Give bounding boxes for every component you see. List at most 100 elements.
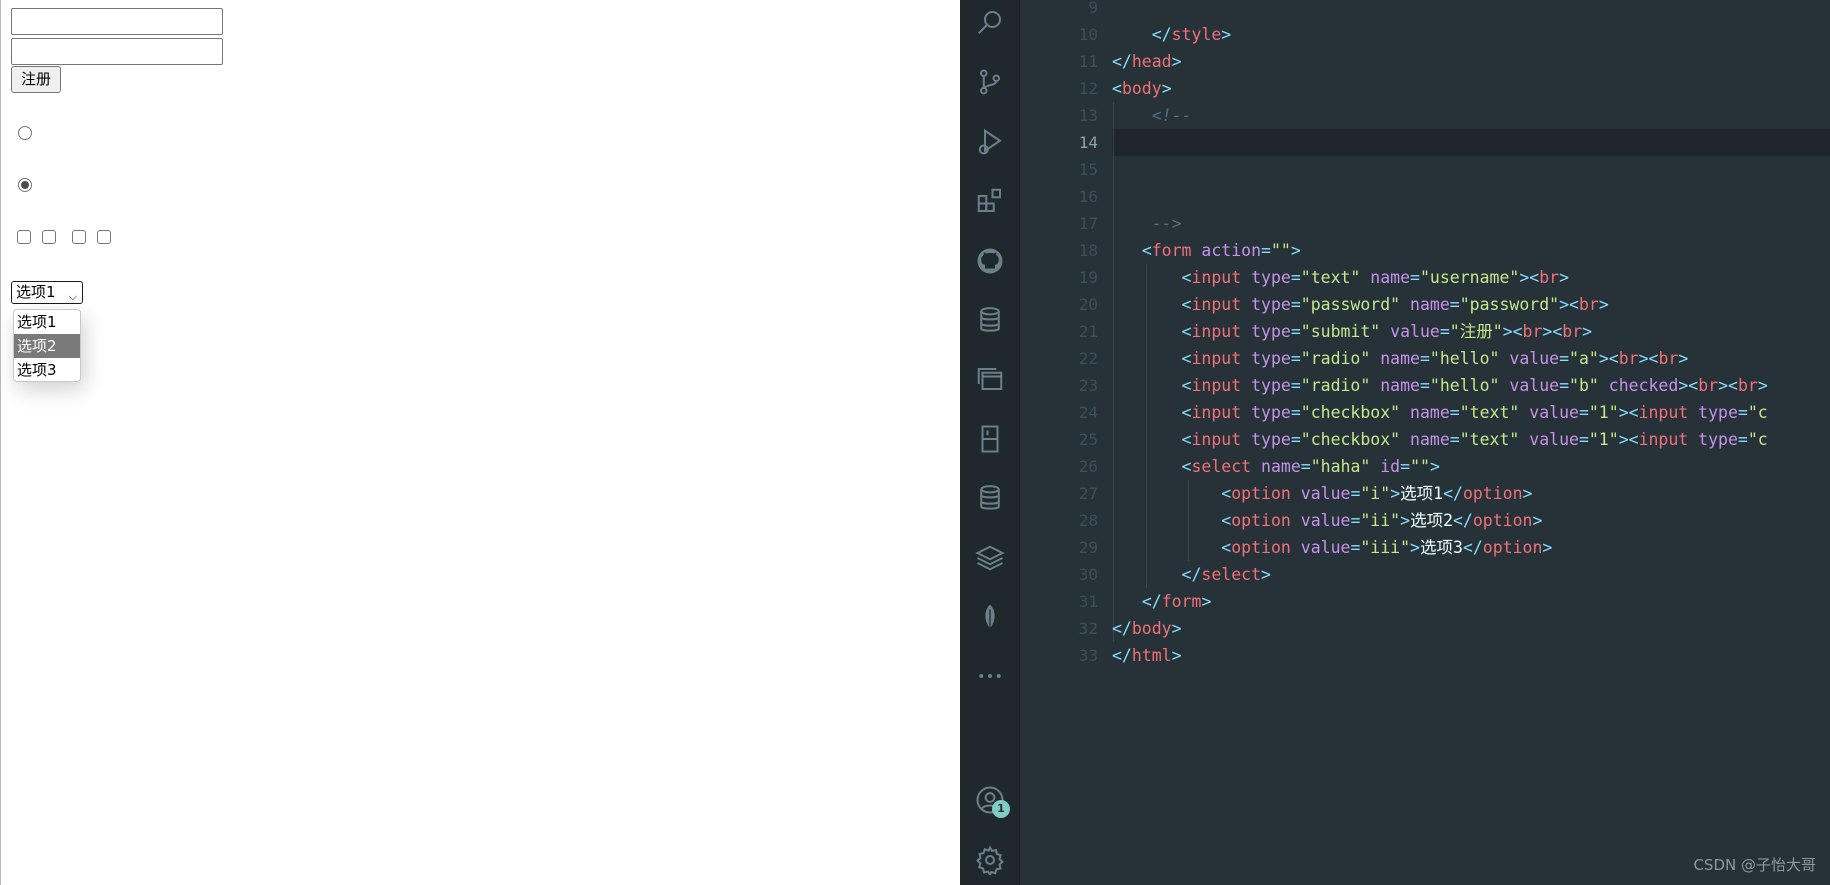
code-token: > <box>1502 322 1513 341</box>
extensions-icon[interactable] <box>972 183 1008 219</box>
code-token: = <box>1290 349 1301 368</box>
checkbox-2[interactable] <box>42 230 56 244</box>
code-token: > <box>1757 376 1768 395</box>
code-token: < <box>1221 538 1232 557</box>
code-line: <input type="text" name="username"><br> <box>1112 264 1569 291</box>
code-token: "" <box>1270 241 1291 260</box>
code-token: = <box>1290 268 1301 287</box>
github-icon[interactable] <box>972 243 1008 279</box>
code-token: input <box>1191 322 1242 341</box>
code-token: input <box>1191 403 1242 422</box>
code-token: < <box>1648 349 1659 368</box>
code-line: <option value="iii">选项3</option> <box>1112 534 1552 561</box>
code-token: > <box>1532 511 1543 530</box>
code-token: > <box>1390 484 1401 503</box>
remote-explorer-icon[interactable] <box>972 361 1008 397</box>
code-token: type <box>1241 295 1291 314</box>
layers-icon[interactable] <box>972 540 1008 576</box>
code-token: </ <box>1151 25 1172 44</box>
radio-hello-a[interactable] <box>18 126 32 140</box>
code-token: = <box>1300 457 1311 476</box>
code-token: value <box>1290 484 1351 503</box>
select-option-2[interactable]: 选项2 <box>14 334 80 358</box>
database-icon[interactable] <box>972 480 1008 516</box>
code-token: type <box>1688 430 1738 449</box>
code-token: = <box>1350 511 1361 530</box>
code-token: br <box>1522 322 1543 341</box>
code-token: > <box>1519 268 1530 287</box>
code-token: = <box>1419 349 1430 368</box>
code-token: > <box>1582 322 1593 341</box>
select-option-1[interactable]: 选项1 <box>14 310 80 334</box>
code-token: type <box>1241 322 1291 341</box>
username-input[interactable] <box>11 8 223 35</box>
code-token: > <box>1559 268 1570 287</box>
checkbox-4[interactable] <box>97 230 111 244</box>
database-icon[interactable] <box>972 302 1008 338</box>
code-token: > <box>1559 295 1569 314</box>
more-icon[interactable] <box>972 658 1008 694</box>
run-debug-icon[interactable] <box>972 124 1008 160</box>
mongodb-leaf-icon[interactable] <box>972 599 1008 635</box>
code-token: action <box>1191 241 1262 260</box>
line-number: 13 <box>1078 106 1098 125</box>
code-token: option <box>1462 484 1523 503</box>
code-token: "1" <box>1588 403 1619 422</box>
line-number: 15 <box>1078 160 1098 179</box>
line-number: 31 <box>1078 592 1098 611</box>
code-token: type <box>1241 430 1291 449</box>
code-token: "c <box>1747 430 1768 449</box>
code-token: = <box>1410 268 1420 287</box>
password-input[interactable] <box>11 38 223 65</box>
code-token: br <box>1539 268 1560 287</box>
line-number: 32 <box>1078 619 1098 638</box>
code-token: > <box>1261 565 1271 584</box>
code-token: "" <box>1410 457 1430 476</box>
code-token: = <box>1290 403 1301 422</box>
code-token: </ <box>1181 565 1202 584</box>
checkbox-1[interactable] <box>17 230 31 244</box>
code-token: = <box>1290 376 1301 395</box>
code-token: </ <box>1443 484 1463 503</box>
settings-gear-icon[interactable] <box>972 842 1008 878</box>
code-token: < <box>1181 457 1192 476</box>
code-line: </style> <box>1112 21 1231 48</box>
line-number: 22 <box>1078 349 1098 368</box>
code-token: > <box>1171 52 1182 71</box>
code-token: < <box>1512 322 1523 341</box>
code-token: "hello" <box>1429 349 1500 368</box>
code-token: input <box>1638 403 1689 422</box>
line-number-gutter: 9 10 11 12 13 14 15 16 17 18 19 20 21 22 23 24 25 26 27 28 2… <box>1020 0 1112 885</box>
code-token: > <box>1678 349 1689 368</box>
code-token: 选项1 <box>1400 484 1444 503</box>
code-token: > <box>1598 349 1609 368</box>
code-token: name <box>1370 349 1420 368</box>
code-token: > <box>1522 484 1533 503</box>
code-token: type <box>1688 403 1738 422</box>
radio-hello-b-checked[interactable] <box>18 178 32 192</box>
line-number: 24 <box>1078 403 1098 422</box>
code-token: input <box>1191 376 1242 395</box>
code-token: "hello" <box>1429 376 1500 395</box>
code-token: form <box>1151 241 1192 260</box>
select-option-3[interactable]: 选项3 <box>14 358 80 382</box>
bookmark-icon[interactable] <box>972 421 1008 457</box>
code-area[interactable]: </style> </head> <body> <!-- --> <form act… <box>1112 0 1830 885</box>
code-line: --> <box>1112 210 1182 237</box>
code-token: > <box>1542 538 1553 557</box>
code-line: <input type="radio" name="hello" value="… <box>1112 345 1689 372</box>
haha-select[interactable]: 选项1 ⌵ <box>11 281 83 304</box>
code-token: name <box>1251 457 1301 476</box>
activity-bar: 1 <box>960 0 1020 885</box>
source-control-icon[interactable] <box>972 64 1008 100</box>
code-line: <input type="submit" value="注册"><br><br> <box>1112 318 1593 345</box>
code-token: br <box>1618 349 1639 368</box>
code-token: --> <box>1151 214 1182 233</box>
search-icon[interactable] <box>972 4 1008 40</box>
checkbox-3[interactable] <box>72 230 86 244</box>
code-token: > <box>1618 430 1629 449</box>
register-submit-button[interactable]: 注册 <box>11 66 62 93</box>
